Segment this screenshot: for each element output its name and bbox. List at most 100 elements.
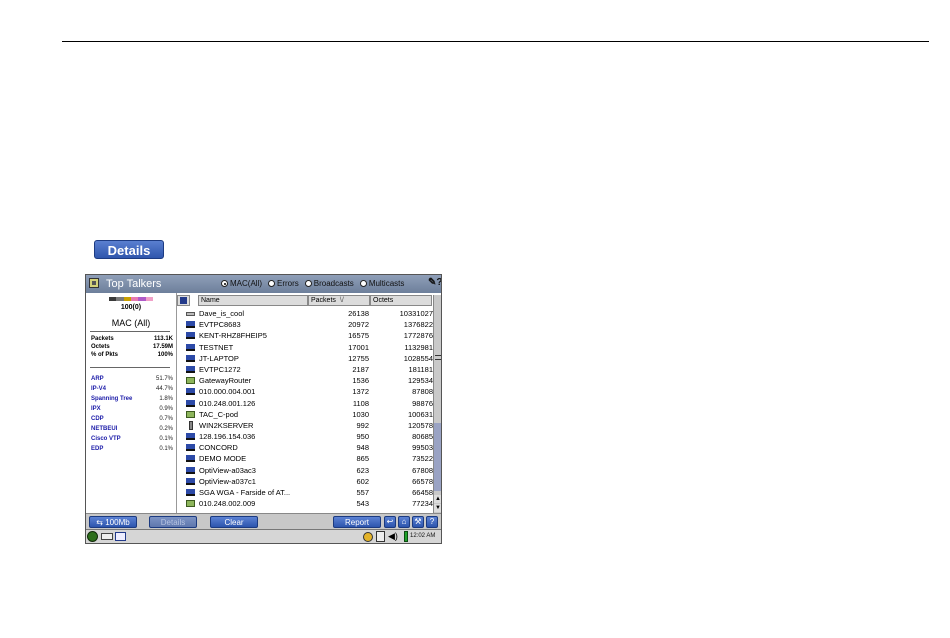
protocol-color-strip	[109, 297, 153, 301]
protocol-row[interactable]: IP-V4 44.7%	[91, 386, 173, 392]
host-icon	[186, 312, 195, 316]
strip-segment	[138, 297, 146, 301]
protocol-name: IPX	[91, 406, 101, 412]
table-row[interactable]: JT-LAPTOP 12755 1028554	[177, 353, 433, 364]
radio-label: Broadcasts	[313, 279, 354, 288]
column-header-octets[interactable]: Octets	[370, 295, 432, 306]
table-row[interactable]: KENT-RHZ8FHEIP5 16575 1772876	[177, 330, 433, 341]
stat-value: 100%	[157, 352, 173, 358]
table-row[interactable]: 010.248.002.009 543 77234	[177, 498, 433, 509]
help-question-icon[interactable]: ✎?	[428, 277, 441, 288]
station-counter: 100(0)	[120, 304, 142, 311]
scroll-down-icon[interactable]: ▼	[434, 504, 441, 512]
help-icon[interactable]: ?	[426, 516, 438, 528]
octets-value: 1028554	[403, 353, 433, 363]
column-header-icon[interactable]	[177, 295, 190, 306]
keyboard-icon[interactable]	[101, 533, 113, 540]
pc-icon	[186, 321, 195, 329]
octets-value: 87808	[412, 387, 433, 397]
protocol-row[interactable]: Cisco VTP 0.1%	[91, 436, 173, 442]
octets-value: 181181	[408, 364, 433, 374]
radio-label: MAC(All)	[230, 279, 262, 288]
octets-value: 67808	[412, 465, 433, 475]
router-icon	[186, 500, 195, 508]
table-row[interactable]: TAC_C-pod 1030 100631	[177, 409, 433, 420]
table-row[interactable]: OptiView-a037c1 602 66578	[177, 476, 433, 487]
table-row[interactable]: SGA WGA - Farside of AT... 557 66458	[177, 487, 433, 498]
table-row[interactable]: 128.196.154.036 950 80685	[177, 431, 433, 442]
table-row[interactable]: TESTNET 17001 1132981	[177, 342, 433, 353]
packets-value: 543	[356, 499, 369, 509]
station-name: KENT-RHZ8FHEIP5	[199, 331, 267, 341]
scroll-thumb[interactable]	[434, 423, 441, 491]
station-name: CONCORD	[199, 443, 238, 453]
protocol-row[interactable]: ARP 51.7%	[91, 376, 173, 382]
radio-mac-all[interactable]: MAC(All)	[221, 279, 262, 288]
table-row[interactable]: EVTPC1272 2187 181181	[177, 364, 433, 375]
table-row[interactable]: Dave_is_cool 26138 10331027	[177, 308, 433, 319]
top-talkers-window: Top Talkers MAC(All) Errors Broadcasts M…	[85, 274, 442, 544]
pc-icon	[186, 433, 195, 441]
radio-errors[interactable]: Errors	[268, 279, 299, 288]
table-row[interactable]: 010.248.001.126 1108 98876	[177, 398, 433, 409]
packets-value: 17001	[348, 342, 369, 352]
column-header-label: Octets	[373, 297, 394, 304]
table-row[interactable]: 010.000.004.001 1372 87808	[177, 386, 433, 397]
column-header-packets[interactable]: Packets \/	[308, 295, 370, 306]
speed-button[interactable]: ⇆ 100Mb	[89, 516, 137, 528]
protocol-row[interactable]: IPX 0.9%	[91, 406, 173, 412]
octets-value: 10331027	[399, 309, 433, 318]
protocol-name: NETBEUI	[91, 426, 118, 432]
radio-broadcasts[interactable]: Broadcasts	[304, 279, 354, 288]
tools-icon[interactable]: ⚒	[412, 516, 424, 528]
strip-segment	[109, 297, 117, 301]
summary-panel: 100(0) MAC (All) Packets 113.1K Octets 17.…	[86, 293, 177, 513]
table-row[interactable]: DEMO MODE 865 73522	[177, 453, 433, 464]
table-row[interactable]: GatewayRouter 1536 129534	[177, 375, 433, 386]
station-type-icon	[180, 297, 187, 304]
protocol-name: Cisco VTP	[91, 436, 121, 442]
column-header-name[interactable]: Name	[198, 295, 308, 306]
details-button[interactable]: Details	[149, 516, 197, 528]
back-icon[interactable]: ↩	[384, 516, 396, 528]
table-row[interactable]: EVTPC8683 20972 1376822	[177, 319, 433, 330]
divider	[90, 367, 170, 368]
home-icon[interactable]: ⌂	[398, 516, 410, 528]
network-globe-icon[interactable]	[363, 532, 373, 542]
station-name: OptiView-a037c1	[199, 476, 256, 486]
window-icon[interactable]	[115, 532, 126, 541]
clear-button[interactable]: Clear	[210, 516, 258, 528]
clipboard-icon[interactable]	[376, 531, 385, 542]
station-name: 128.196.154.036	[199, 432, 256, 442]
packets-value: 12755	[348, 353, 369, 363]
radio-multicasts[interactable]: Multicasts	[359, 279, 405, 288]
mac-filter-label: MAC (All)	[111, 318, 151, 328]
packets-value: 602	[356, 476, 369, 486]
station-name: 010.248.001.126	[199, 398, 256, 408]
protocol-row[interactable]: EDP 0.1%	[91, 446, 173, 452]
packets-value: 865	[356, 454, 369, 464]
speaker-icon[interactable]: ◀)	[388, 532, 398, 541]
octets-value: 1132981	[404, 342, 433, 352]
protocol-row[interactable]: CDP 0.7%	[91, 416, 173, 422]
protocol-row[interactable]: Spanning Tree 1.8%	[91, 396, 173, 402]
packets-value: 623	[356, 465, 369, 475]
radio-label: Multicasts	[368, 279, 405, 288]
app-menu-icon[interactable]	[89, 278, 99, 288]
station-name: OptiView-a03ac3	[199, 465, 256, 475]
protocol-value: 0.7%	[159, 416, 173, 422]
scroll-up-icon[interactable]: ▲	[434, 495, 441, 503]
report-button[interactable]: Report	[333, 516, 381, 528]
pc-icon	[186, 399, 195, 407]
table-row[interactable]: CONCORD 948 99503	[177, 442, 433, 453]
start-icon[interactable]	[87, 531, 98, 542]
table-row[interactable]: OptiView-a03ac3 623 67808	[177, 465, 433, 476]
scroll-grip-icon[interactable]	[435, 355, 441, 360]
protocol-row[interactable]: NETBEUI 0.2%	[91, 426, 173, 432]
speed-button-label: 100Mb	[105, 518, 130, 527]
details-button-callout[interactable]: Details	[94, 240, 164, 259]
table-row[interactable]: WIN2KSERVER 992 120578	[177, 420, 433, 431]
protocol-value: 0.1%	[159, 446, 173, 452]
vertical-scrollbar[interactable]: ▲ ▼	[433, 295, 441, 513]
octets-value: 66458	[412, 488, 433, 497]
